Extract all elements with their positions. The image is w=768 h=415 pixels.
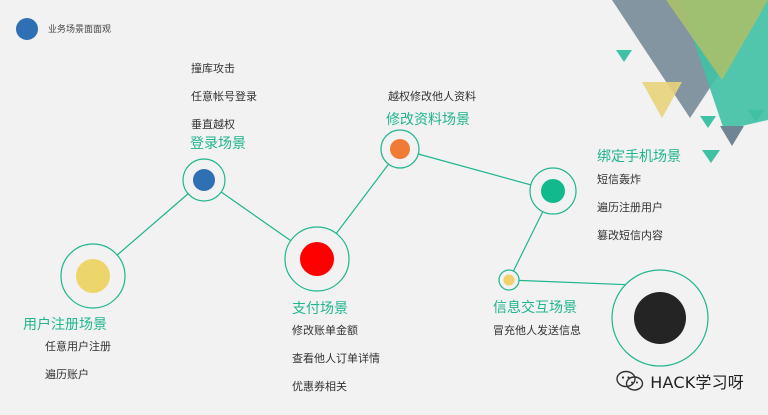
node-phone xyxy=(529,167,577,215)
decor-triangle-small-teal-1 xyxy=(616,50,632,62)
node-login xyxy=(182,158,226,202)
payment-item-1: 修改账单金额 xyxy=(292,324,358,337)
payment-scene-title: 支付场景 xyxy=(292,301,348,317)
node-interaction xyxy=(498,269,520,291)
interaction-item-1: 冒充他人发送信息 xyxy=(493,324,581,337)
decor-triangle-small-teal-3 xyxy=(702,150,720,163)
interaction-scene-title: 信息交互场景 xyxy=(493,300,577,316)
register-item-2: 遍历账户 xyxy=(45,368,89,381)
node-register xyxy=(60,243,126,309)
profile-item-1: 越权修改他人资料 xyxy=(388,90,476,103)
login-scene-title: 登录场景 xyxy=(190,136,246,152)
wechat-icon xyxy=(616,370,644,391)
node-final-dot xyxy=(634,292,686,344)
node-profile-dot xyxy=(390,139,410,159)
register-scene-title: 用户注册场景 xyxy=(23,317,107,333)
node-payment-dot xyxy=(300,242,334,276)
decor-triangle-small-teal-2 xyxy=(700,116,716,128)
decor-triangle-small-slate xyxy=(720,126,744,146)
node-final xyxy=(611,269,709,367)
connector-lines xyxy=(92,148,661,287)
watermark-text: HACK学习呀 xyxy=(650,373,744,392)
register-item-1: 任意用户注册 xyxy=(45,340,111,353)
login-item-2: 任意帐号登录 xyxy=(191,90,257,103)
scenario-overview-slide: 业务场景面面观 撞库攻击 任意帐号登录 垂直越权 登录场景 越权修改他人资料 修… xyxy=(0,0,768,415)
decor-triangles xyxy=(612,0,768,163)
profile-scene-title: 修改资料场景 xyxy=(386,112,470,128)
payment-item-2: 查看他人订单详情 xyxy=(292,352,380,365)
node-phone-dot xyxy=(541,179,565,203)
node-login-dot xyxy=(193,169,215,191)
login-item-3: 垂直越权 xyxy=(191,118,235,131)
login-item-1: 撞库攻击 xyxy=(191,62,235,75)
phone-scene-title: 绑定手机场景 xyxy=(597,149,681,165)
payment-item-3: 优惠券相关 xyxy=(292,380,347,393)
phone-item-3: 篡改短信内容 xyxy=(597,229,663,242)
node-profile xyxy=(380,129,420,169)
node-interaction-dot xyxy=(503,274,515,286)
node-payment xyxy=(284,226,350,292)
watermark: HACK学习呀 xyxy=(616,369,744,393)
page-title: 业务场景面面观 xyxy=(48,25,112,35)
phone-item-2: 遍历注册用户 xyxy=(597,201,663,214)
node-register-dot xyxy=(76,259,110,293)
header-bullet-icon xyxy=(16,18,38,40)
connector-profile-phone xyxy=(399,148,554,192)
decor-triangle-yellow xyxy=(642,82,682,118)
phone-item-1: 短信轰炸 xyxy=(597,173,641,186)
